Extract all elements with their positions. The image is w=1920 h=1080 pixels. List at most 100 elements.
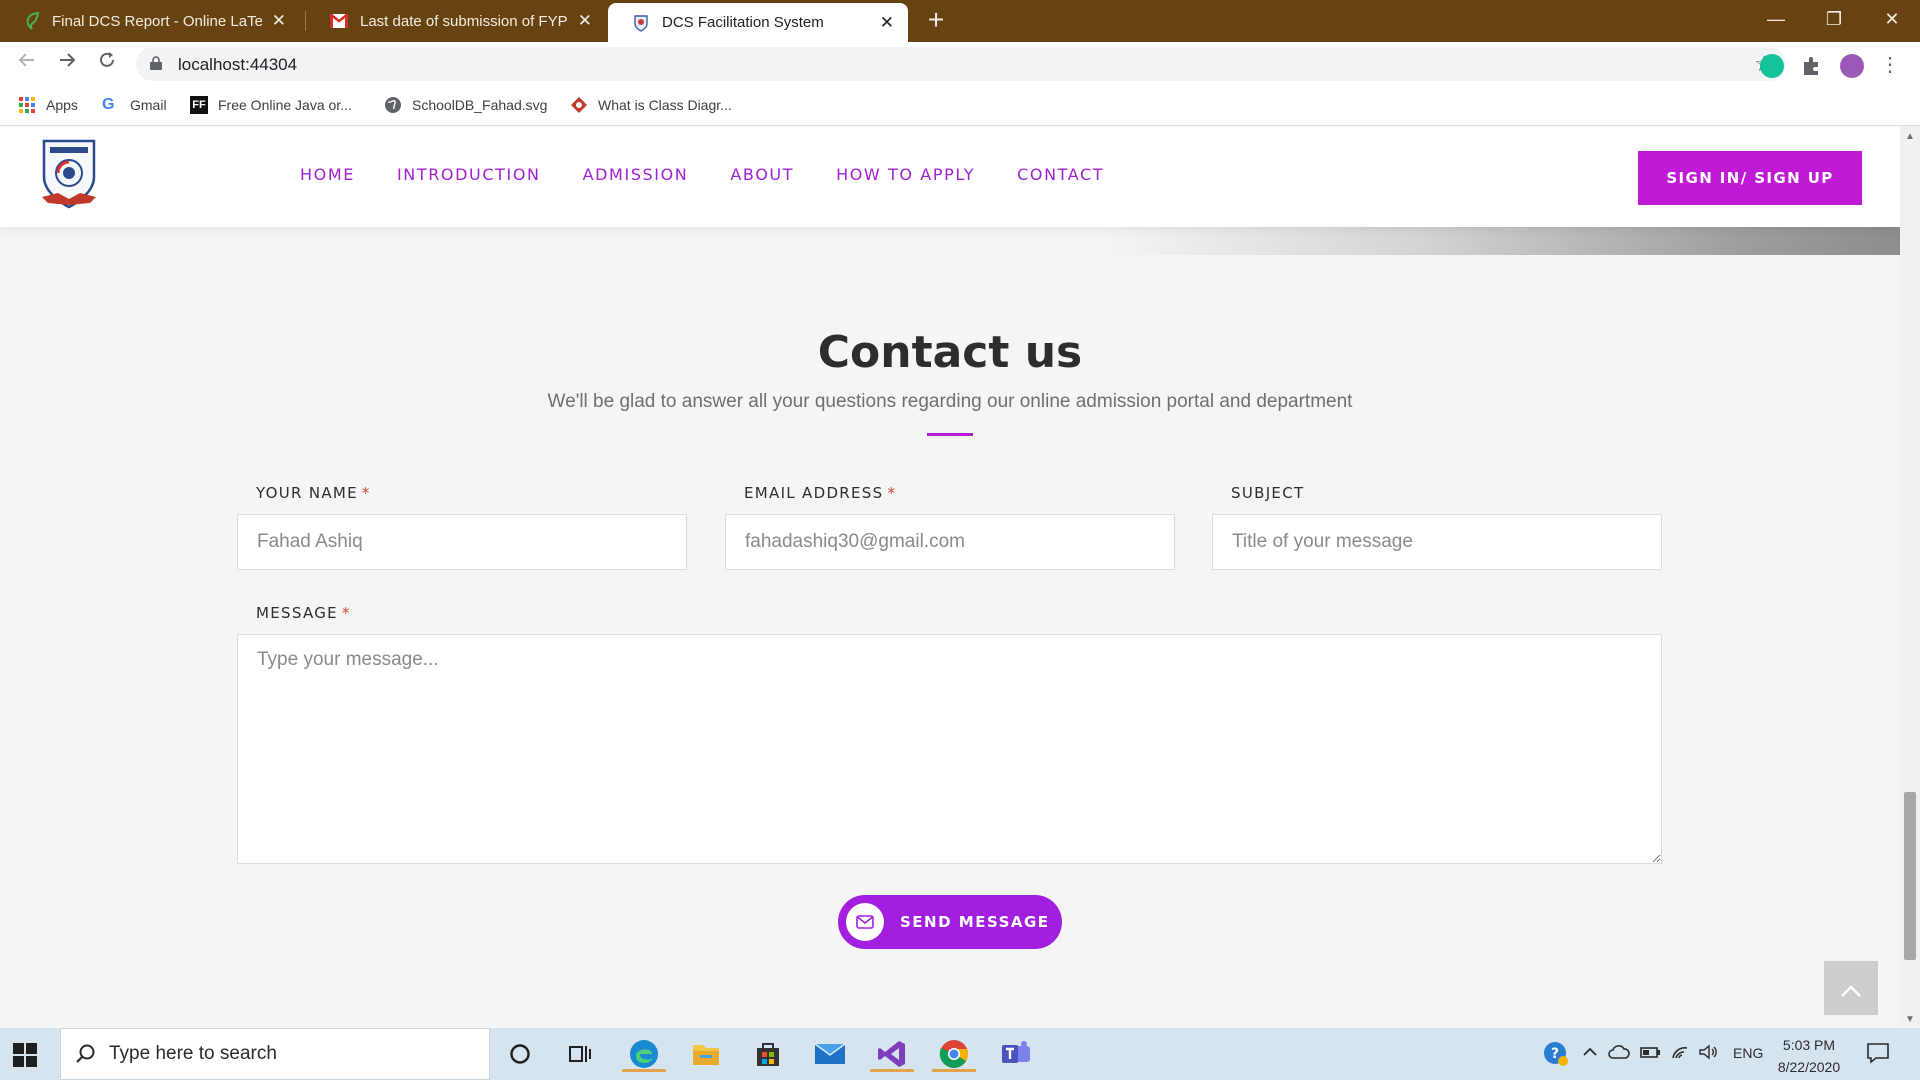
task-view-icon[interactable] bbox=[560, 1036, 600, 1072]
name-field[interactable] bbox=[237, 514, 687, 570]
back-to-top-button[interactable] bbox=[1824, 961, 1878, 1015]
university-logo[interactable] bbox=[38, 137, 100, 213]
google-icon: G bbox=[102, 96, 115, 113]
tab-title: Final DCS Report - Online LaTeX E bbox=[52, 12, 262, 30]
tab-overleaf[interactable]: Final DCS Report - Online LaTeX E ✕ bbox=[0, 0, 300, 42]
active-app-indicator bbox=[622, 1069, 666, 1072]
bookmark-class-diagram[interactable]: What is Class Diagr... bbox=[570, 96, 732, 114]
site-favicon bbox=[634, 14, 648, 32]
edge-icon[interactable] bbox=[622, 1036, 666, 1072]
subject-label-text: SUBJECT bbox=[1231, 484, 1305, 502]
tab-dcs-active[interactable]: DCS Facilitation System ✕ bbox=[608, 3, 908, 42]
chevron-up-icon bbox=[1841, 985, 1861, 997]
lock-icon bbox=[150, 56, 162, 70]
nav-about[interactable]: ABOUT bbox=[730, 165, 794, 184]
email-label: EMAIL ADDRESS * bbox=[744, 484, 896, 502]
required-mark: * bbox=[361, 484, 371, 502]
required-mark: * bbox=[341, 604, 351, 622]
teams-icon[interactable] bbox=[996, 1036, 1036, 1072]
mail-app-icon[interactable] bbox=[810, 1036, 850, 1072]
mail-icon bbox=[846, 903, 884, 941]
bookmark-label: What is Class Diagr... bbox=[598, 97, 732, 113]
tab-gmail[interactable]: Last date of submission of FYP fo ✕ bbox=[306, 0, 606, 42]
scroll-up-arrow-icon[interactable]: ▲ bbox=[1905, 131, 1915, 142]
windows-start-icon[interactable] bbox=[12, 1042, 38, 1068]
scroll-down-arrow-icon[interactable]: ▼ bbox=[1905, 1014, 1915, 1025]
page-scrollbar[interactable]: ▲ ▼ bbox=[1900, 127, 1920, 1027]
page-viewport: HOME INTRODUCTION ADMISSION ABOUT HOW TO… bbox=[0, 127, 1900, 1027]
close-window-button[interactable]: ✕ bbox=[1864, 0, 1920, 38]
nav-introduction[interactable]: INTRODUCTION bbox=[397, 165, 541, 184]
nav-home[interactable]: HOME bbox=[300, 165, 355, 184]
hero-image-edge bbox=[1100, 223, 1900, 255]
close-icon[interactable]: ✕ bbox=[578, 11, 592, 31]
bookmark-label: SchoolDB_Fahad.svg bbox=[412, 97, 548, 113]
send-message-label: SEND MESSAGE bbox=[900, 913, 1050, 931]
omnibox[interactable]: localhost:44304 ☆ bbox=[136, 47, 1786, 81]
minimize-button[interactable]: — bbox=[1748, 0, 1804, 38]
site-header: HOME INTRODUCTION ADMISSION ABOUT HOW TO… bbox=[0, 127, 1900, 227]
tab-title: DCS Facilitation System bbox=[662, 14, 824, 31]
browser-menu-icon[interactable]: ⋮ bbox=[1880, 54, 1900, 78]
bookmark-label: Free Online Java or... bbox=[218, 97, 352, 113]
onedrive-cloud-icon[interactable] bbox=[1608, 1044, 1630, 1063]
close-icon[interactable]: ✕ bbox=[272, 11, 286, 31]
grammarly-icon[interactable] bbox=[1760, 54, 1784, 78]
message-textarea[interactable] bbox=[237, 634, 1662, 864]
browser-tabstrip: Final DCS Report - Online LaTeX E ✕ Last… bbox=[0, 0, 1920, 42]
back-arrow-icon[interactable] bbox=[12, 49, 42, 79]
reload-icon[interactable] bbox=[92, 49, 122, 79]
new-tab-button[interactable]: + bbox=[921, 6, 951, 36]
help-icon[interactable]: ? bbox=[1542, 1040, 1570, 1071]
chrome-icon[interactable] bbox=[932, 1036, 976, 1072]
extensions-puzzle-icon[interactable] bbox=[1800, 54, 1824, 78]
wifi-icon[interactable] bbox=[1670, 1044, 1690, 1063]
chevron-up-tray-icon[interactable] bbox=[1582, 1044, 1598, 1063]
profile-avatar[interactable] bbox=[1840, 54, 1864, 78]
nav-admission[interactable]: ADMISSION bbox=[583, 165, 689, 184]
battery-icon[interactable] bbox=[1640, 1044, 1662, 1063]
overleaf-icon bbox=[26, 12, 40, 30]
apps-grid-icon bbox=[19, 97, 35, 113]
clock-time: 5:03 PM bbox=[1782, 1037, 1836, 1053]
name-label-text: YOUR NAME bbox=[256, 484, 358, 502]
globe-icon bbox=[385, 97, 401, 113]
send-message-button[interactable]: SEND MESSAGE bbox=[838, 895, 1062, 949]
scrollbar-thumb[interactable] bbox=[1904, 792, 1916, 960]
search-placeholder: Type here to search bbox=[109, 1043, 277, 1064]
language-indicator[interactable]: ENG bbox=[1733, 1045, 1763, 1061]
message-label: MESSAGE * bbox=[256, 604, 351, 622]
nav-how-to-apply[interactable]: HOW TO APPLY bbox=[836, 165, 975, 184]
bookmark-java[interactable]: FF Free Online Java or... bbox=[190, 96, 352, 114]
file-explorer-icon[interactable] bbox=[686, 1036, 726, 1072]
restore-button[interactable]: ❐ bbox=[1806, 0, 1862, 38]
notification-center-icon[interactable] bbox=[1866, 1042, 1890, 1067]
bookmark-gmail[interactable]: G Gmail bbox=[102, 96, 167, 114]
close-icon[interactable]: ✕ bbox=[880, 13, 894, 33]
active-app-indicator bbox=[870, 1069, 914, 1072]
search-icon bbox=[76, 1044, 95, 1063]
forward-arrow-icon[interactable] bbox=[52, 49, 82, 79]
taskbar-search-box[interactable]: Type here to search bbox=[60, 1028, 490, 1080]
diamond-icon bbox=[571, 97, 587, 113]
subject-field[interactable] bbox=[1212, 514, 1662, 570]
cortana-icon[interactable] bbox=[500, 1036, 540, 1072]
nav-contact[interactable]: CONTACT bbox=[1017, 165, 1104, 184]
name-label: YOUR NAME * bbox=[256, 484, 371, 502]
taskbar-clock[interactable]: 5:03 PM 8/22/2020 bbox=[1764, 1034, 1854, 1078]
bookmark-schooldb[interactable]: SchoolDB_Fahad.svg bbox=[384, 96, 547, 114]
main-nav: HOME INTRODUCTION ADMISSION ABOUT HOW TO… bbox=[300, 165, 1146, 184]
address-bar: localhost:44304 ☆ ⋮ bbox=[0, 42, 1920, 86]
tab-title: Last date of submission of FYP fo bbox=[360, 12, 568, 30]
contact-title: Contact us bbox=[817, 327, 1083, 378]
bookmark-label: Apps bbox=[46, 97, 78, 113]
active-app-indicator bbox=[932, 1069, 976, 1072]
volume-icon[interactable] bbox=[1698, 1044, 1718, 1063]
sign-in-button[interactable]: SIGN IN/ SIGN UP bbox=[1638, 151, 1862, 205]
email-field[interactable] bbox=[725, 514, 1175, 570]
store-icon[interactable] bbox=[748, 1036, 788, 1072]
url-text: localhost:44304 bbox=[178, 55, 298, 74]
bookmark-apps[interactable]: Apps bbox=[18, 96, 78, 114]
bookmark-label: Gmail bbox=[130, 97, 167, 113]
visual-studio-icon[interactable] bbox=[870, 1036, 914, 1072]
